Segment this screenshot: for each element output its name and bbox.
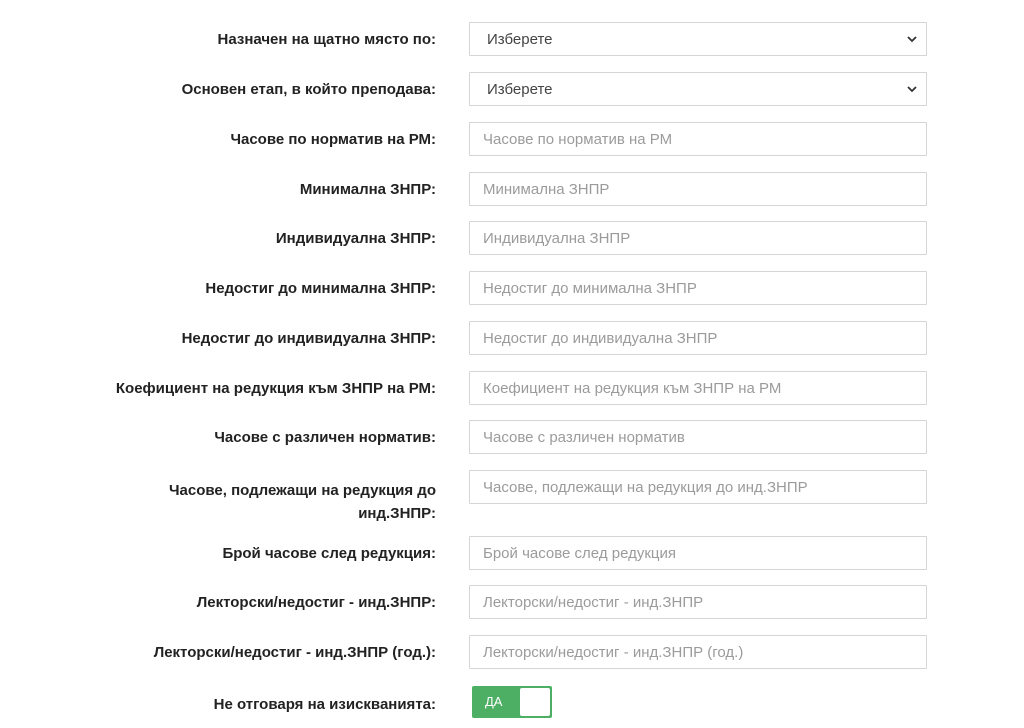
main-stage-select[interactable]: Изберете <box>469 72 927 106</box>
min-znpr-input[interactable] <box>469 172 927 206</box>
field-label: Основен етап, в който преподава: <box>181 81 436 98</box>
form: Назначен на щатно място по: Изберете Осн… <box>0 0 1024 728</box>
field-label: Часове с различен норматив: <box>214 429 436 446</box>
field-label: Часове по норматив на РМ: <box>230 131 436 148</box>
field-label: Индивидуална ЗНПР: <box>275 230 436 247</box>
lecturer-deficit-input[interactable] <box>469 585 927 619</box>
field-label: Недостиг до индивидуална ЗНПР: <box>181 330 436 347</box>
field-label: Недостиг до минимална ЗНПР: <box>205 280 436 297</box>
field-label: Брой часове след редукция: <box>222 545 436 562</box>
hours-subject-reduction-input[interactable] <box>469 470 927 504</box>
chevron-down-icon <box>907 36 917 43</box>
field-label: Не отговаря на изискванията: <box>213 696 436 713</box>
hours-different-norm-input[interactable] <box>469 420 927 454</box>
select-value: Изберете <box>487 30 553 48</box>
assigned-position-select[interactable]: Изберете <box>469 22 927 56</box>
reduction-coefficient-input[interactable] <box>469 371 927 405</box>
chevron-down-icon <box>907 86 917 93</box>
individual-znpr-input[interactable] <box>469 221 927 255</box>
toggle-knob <box>520 688 550 716</box>
toggle-label: ДА <box>485 694 503 709</box>
hours-norm-input[interactable] <box>469 122 927 156</box>
select-value: Изберете <box>487 80 553 98</box>
deficit-min-znpr-input[interactable] <box>469 271 927 305</box>
field-label: Часове, подлежащи на редукция до инд.ЗНП… <box>169 482 436 522</box>
deficit-individual-znpr-input[interactable] <box>469 321 927 355</box>
field-label: Лекторски/недостиг - инд.ЗНПР (год.): <box>153 644 436 661</box>
field-label: Назначен на щатно място по: <box>217 31 437 48</box>
field-label: Минимална ЗНПР: <box>299 181 436 198</box>
field-label: Коефициент на редукция към ЗНПР на РМ: <box>115 380 436 397</box>
hours-after-reduction-input[interactable] <box>469 536 927 570</box>
requirements-toggle[interactable]: ДА <box>472 686 552 718</box>
field-label: Лекторски/недостиг - инд.ЗНПР: <box>196 594 436 611</box>
lecturer-deficit-annual-input[interactable] <box>469 635 927 669</box>
